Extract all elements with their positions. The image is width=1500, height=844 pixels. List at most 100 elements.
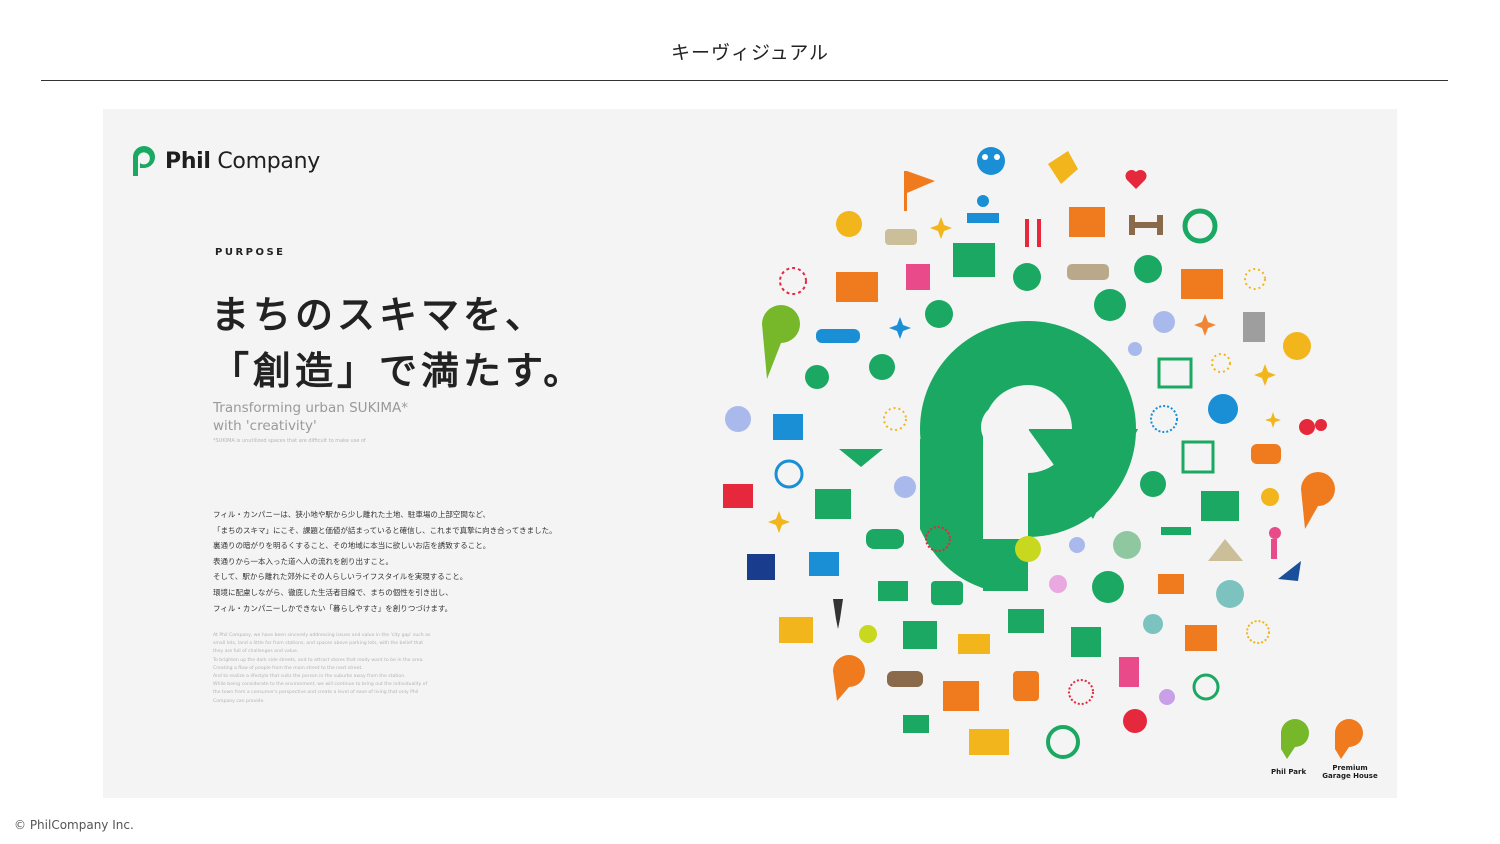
- tree-icon: [1113, 531, 1141, 559]
- pin-icon: [1134, 255, 1162, 283]
- palette-icon: [1216, 580, 1244, 608]
- dancer-icon: [1269, 527, 1281, 559]
- sparkle-icon: [1246, 620, 1270, 644]
- cube-icon: [1181, 440, 1215, 474]
- pin-icon: [1301, 472, 1335, 529]
- tie-icon: [833, 599, 843, 629]
- people-icon: [869, 354, 895, 380]
- smile-sun-icon: [836, 211, 862, 237]
- spring-icon: [1192, 673, 1220, 701]
- sparkle-icon: [1261, 488, 1279, 506]
- stethoscope-icon: [774, 459, 804, 489]
- smile-sun-icon: [1123, 709, 1147, 733]
- bicycle-icon: [878, 581, 908, 601]
- chart-icon: [1157, 357, 1193, 389]
- pin-icon: [1140, 471, 1166, 497]
- scissors-icon: [1119, 657, 1139, 687]
- bicycle-icon: [805, 365, 829, 389]
- crowd-icon: [779, 617, 813, 643]
- chart-icon: [747, 554, 775, 580]
- clothes-icon: [906, 264, 930, 290]
- title-divider: [41, 80, 1448, 81]
- thumbs-up-icon: [723, 484, 753, 508]
- flower-icon: [725, 406, 751, 432]
- slide-title: キーヴィジュアル: [670, 42, 830, 64]
- handshake-icon: [1048, 151, 1078, 184]
- people-icon: [809, 552, 839, 576]
- premium-garage-house-logo-icon: [1335, 719, 1363, 759]
- pin-icon: [762, 305, 800, 379]
- sparkle-icon: [1265, 412, 1281, 428]
- chat-icon: [931, 581, 963, 605]
- key-visual-panel: Phil Company PURPOSE まちのスキマを、 「創造」で満たす。 …: [103, 109, 1397, 798]
- flower-icon: [1128, 342, 1142, 356]
- pills-icon: [1143, 614, 1163, 634]
- beer-icon: [1013, 671, 1039, 701]
- bike-icon: [887, 671, 923, 687]
- recycle-icon: [1182, 208, 1218, 244]
- crowd-icon: [969, 729, 1009, 755]
- sparkle-icon: [883, 407, 907, 431]
- hammer-icon: [1161, 527, 1191, 535]
- flower-icon: [1153, 311, 1175, 333]
- book-icon: [773, 414, 803, 440]
- icon-collage: [723, 147, 1363, 759]
- shop-icon: [836, 272, 878, 302]
- flower-icon: [1069, 537, 1085, 553]
- firework-icon: [779, 267, 807, 295]
- sofa-icon: [885, 229, 917, 245]
- solar-icon: [958, 634, 990, 654]
- building-icon: [943, 681, 979, 711]
- people-icon: [977, 147, 1005, 175]
- sparkle-icon: [768, 511, 790, 533]
- burger-icon: [1251, 444, 1281, 464]
- person-desk-icon: [967, 195, 999, 223]
- people-icon: [1008, 609, 1044, 633]
- cutlery-icon: [1025, 219, 1041, 247]
- sparkle-icon: [1254, 364, 1276, 386]
- people-icon: [1094, 289, 1126, 321]
- building-icon: [839, 449, 883, 467]
- flower-icon: [1015, 536, 1041, 562]
- music-icon: [1299, 419, 1327, 435]
- building-icon: [815, 489, 851, 519]
- flower-icon: [859, 625, 877, 643]
- handshake-icon: [866, 529, 904, 549]
- building-icon: [903, 621, 937, 649]
- building-icon: [1201, 491, 1239, 521]
- pin-icon: [1092, 571, 1124, 603]
- pin-icon: [833, 655, 865, 701]
- clock-icon: [925, 300, 953, 328]
- flower-icon: [1159, 689, 1175, 705]
- sparkle-icon: [1244, 268, 1266, 290]
- building-icon: [1071, 627, 1101, 657]
- firework-icon: [1150, 405, 1178, 433]
- flag-icon: [904, 171, 935, 211]
- dumbbell-icon: [1129, 215, 1163, 235]
- building-icon: [953, 243, 995, 277]
- plant-icon: [903, 715, 929, 733]
- copyright-footer: © PhilCompany Inc.: [14, 818, 134, 832]
- phil-park-logo-icon: [1281, 719, 1309, 759]
- car-icon: [1067, 264, 1109, 280]
- sparkle-icon: [889, 317, 911, 339]
- sparkle-icon: [1211, 353, 1231, 373]
- heart-icon: [1125, 169, 1147, 189]
- bike-icon: [1208, 394, 1238, 424]
- flower-icon: [894, 476, 916, 498]
- phil-park-label: Phil Park: [1271, 768, 1307, 776]
- flower-icon: [1049, 575, 1067, 593]
- arrow-up-icon: [1278, 561, 1301, 581]
- sparkle-icon: [1194, 314, 1216, 336]
- car-icon: [816, 329, 860, 343]
- pin-icon: [1013, 263, 1041, 291]
- premium-garage-house-label: Premium Garage House: [1322, 764, 1378, 780]
- smile-sun-icon: [1283, 332, 1311, 360]
- building-icon: [1069, 207, 1105, 237]
- sparkle-icon: [930, 217, 952, 239]
- shop-icon: [1181, 269, 1223, 299]
- firework-icon: [1068, 679, 1094, 705]
- building-icon: [1185, 625, 1217, 651]
- coffee-icon: [1158, 574, 1184, 594]
- tent-icon: [1208, 539, 1243, 561]
